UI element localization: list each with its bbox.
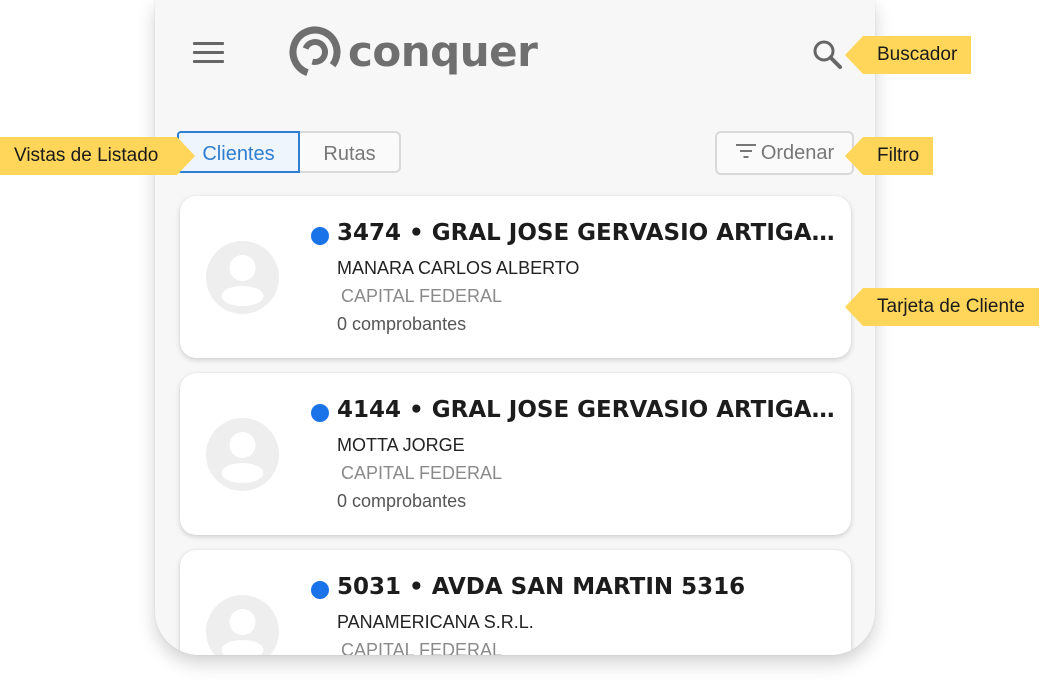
client-city: CAPITAL FEDERAL [341,463,503,483]
search-icon[interactable] [811,38,845,72]
tab-clientes[interactable]: Clientes [177,131,300,173]
client-name: MANARA CARLOS ALBERTO [337,258,580,278]
client-city: CAPITAL FEDERAL [341,640,503,655]
client-title: 3474 • GRAL JOSE GERVASIO ARTIGAS 5316 [337,220,837,246]
client-city: CAPITAL FEDERAL [341,286,503,306]
logo-mark-icon [289,26,341,78]
avatar-icon [206,595,279,655]
client-title: 4144 • GRAL JOSE GERVASIO ARTIGAS 5316 [337,397,837,423]
tab-rutas[interactable]: Rutas [300,131,401,173]
avatar-icon [206,418,279,491]
client-documents: 0 comprobantes [337,314,467,334]
logo-text: conquer [348,27,538,76]
filter-lines-icon [735,142,757,165]
sort-label: Ordenar [760,141,835,164]
status-dot [311,227,329,245]
callout-search: Buscador [844,36,972,74]
list-view-tabs: Clientes Rutas [177,131,401,175]
avatar-icon [206,241,279,314]
app-logo: conquer [288,22,538,82]
callout-list-views: Vistas de Listado [0,137,195,175]
status-dot [311,581,329,599]
sort-button[interactable]: Ordenar [715,131,854,175]
menu-icon[interactable] [193,40,225,66]
client-name: MOTTA JORGE [337,435,465,455]
client-name: PANAMERICANA S.R.L. [337,612,534,632]
client-card[interactable]: 3474 • GRAL JOSE GERVASIO ARTIGAS 5316 M… [180,196,851,358]
client-documents: 0 comprobantes [337,491,467,511]
client-card[interactable]: 4144 • GRAL JOSE GERVASIO ARTIGAS 5316 M… [180,373,851,535]
callout-filter: Filtro [844,137,934,175]
client-title: 5031 • AVDA SAN MARTIN 5316 [337,574,746,600]
client-card[interactable]: 5031 • AVDA SAN MARTIN 5316 PANAMERICANA… [180,550,851,655]
phone-screen: conquer Clientes Rutas Ordenar 3474 • GR… [155,0,875,655]
status-dot [311,404,329,422]
callout-client-card: Tarjeta de Cliente [845,288,1039,326]
